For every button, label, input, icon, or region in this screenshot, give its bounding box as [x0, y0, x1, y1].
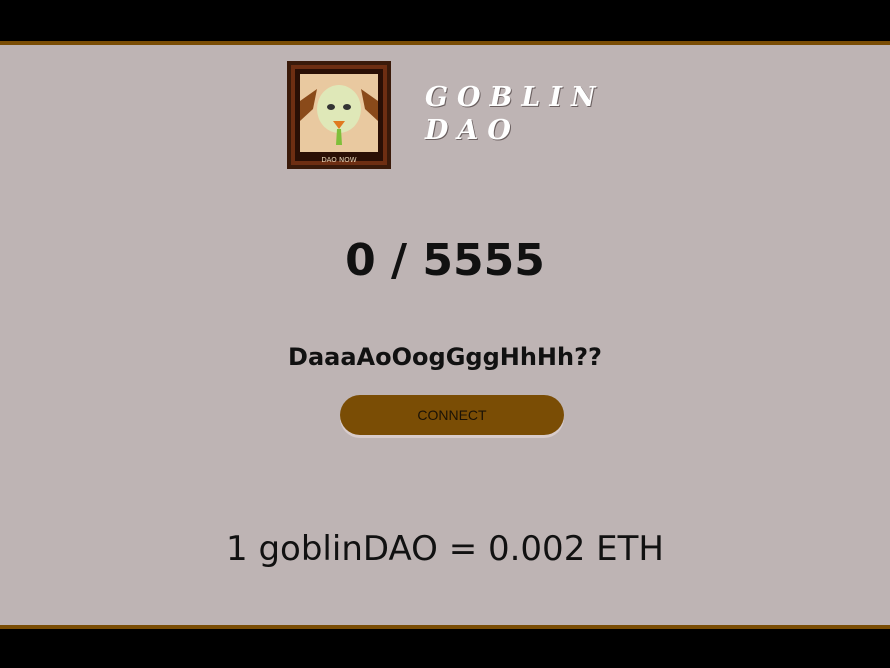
goblin-portrait-frame-icon: DAO NOW — [287, 61, 391, 169]
mint-counter: 0 / 5555 — [345, 235, 545, 286]
brand-line-1: GOBLIN — [425, 82, 605, 113]
top-black-bar — [0, 0, 890, 41]
bottom-black-bar — [0, 629, 890, 668]
connect-button[interactable]: CONNECT — [340, 395, 564, 435]
mint-panel: DAO NOW GOBLIN DAO 0 / 5555 DaaaAoOogGgg… — [0, 41, 890, 629]
svg-text:DAO NOW: DAO NOW — [321, 156, 356, 164]
brand-title: GOBLIN DAO — [425, 81, 605, 147]
brand-line-2: DAO — [425, 115, 520, 146]
price-label: 1 goblinDAO = 0.002 ETH — [226, 529, 664, 569]
tagline: DaaaAoOogGggHhHh?? — [288, 343, 602, 371]
